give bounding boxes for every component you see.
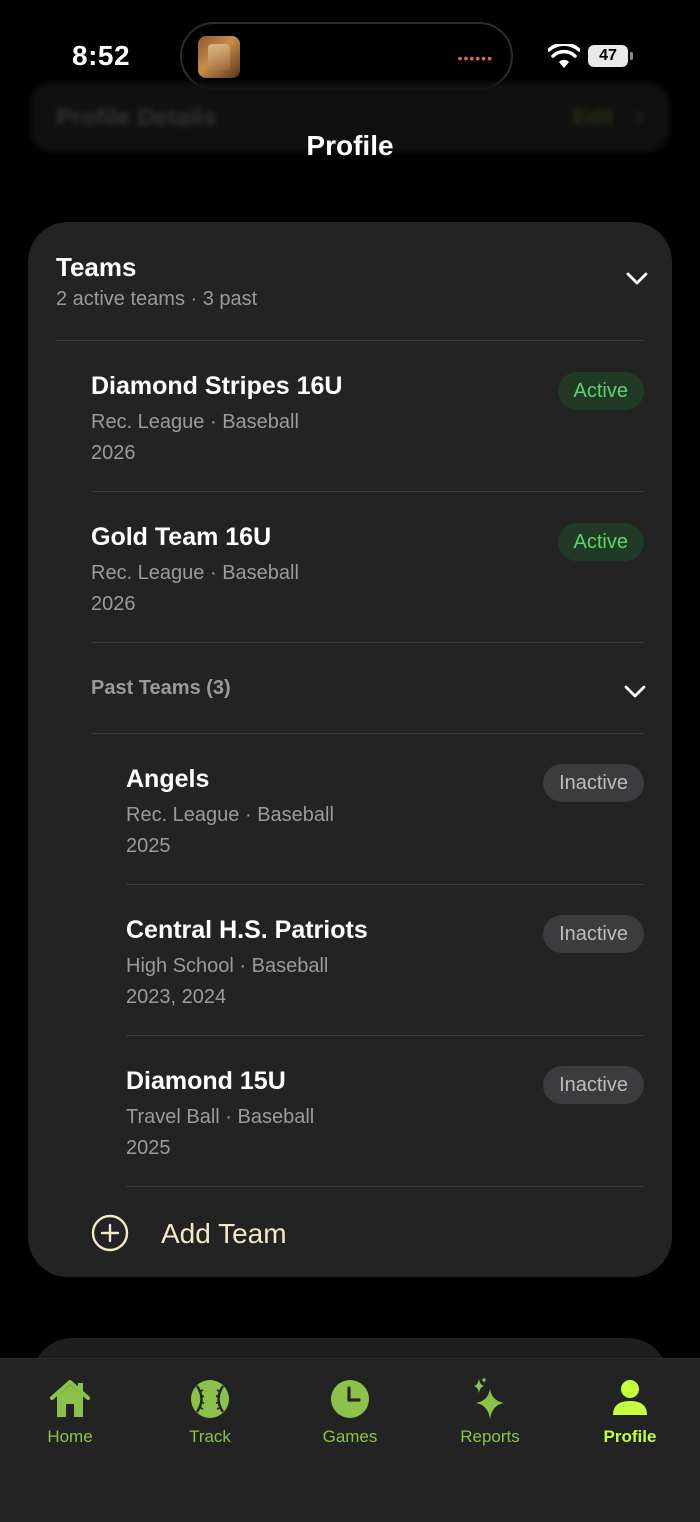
- wifi-icon: [548, 44, 580, 68]
- team-name: Gold Team 16U: [91, 523, 272, 551]
- person-icon: [613, 1380, 647, 1415]
- tab-label: Track: [189, 1427, 231, 1446]
- status-badge: Active: [557, 523, 644, 561]
- team-league: Travel Ball · Baseball: [126, 1106, 315, 1128]
- tab-reports[interactable]: Reports: [420, 1377, 560, 1447]
- tab-label: Reports: [460, 1427, 520, 1446]
- team-season: 2026: [91, 593, 136, 615]
- chevron-down-icon[interactable]: [624, 685, 646, 699]
- edit-button: Edit: [572, 104, 614, 129]
- divider: [56, 340, 644, 341]
- home-icon: [50, 1380, 90, 1417]
- tab-home[interactable]: Home: [0, 1377, 140, 1447]
- past-teams-toggle[interactable]: Past Teams (3): [91, 677, 231, 700]
- page-title: Profile: [306, 130, 394, 161]
- teams-summary: 2 active teams · 3 past: [56, 288, 258, 310]
- sparkles-icon: [474, 1377, 504, 1419]
- divider: [91, 491, 644, 492]
- status-badge: Inactive: [543, 915, 644, 953]
- team-name: Diamond 15U: [126, 1067, 286, 1095]
- divider: [126, 884, 644, 885]
- status-badge: Active: [557, 372, 644, 410]
- tab-track[interactable]: Track: [140, 1377, 280, 1447]
- activity-dots-icon: ••••••: [457, 50, 493, 66]
- divider: [91, 733, 644, 734]
- teams-section-title: Teams: [56, 252, 137, 282]
- tab-profile[interactable]: Profile: [560, 1377, 700, 1447]
- team-row[interactable]: Diamond Stripes 16U Rec. League · Baseba…: [91, 372, 342, 465]
- team-season: 2025: [126, 835, 171, 857]
- now-playing-thumbnail: [198, 36, 240, 78]
- status-time: 8:52: [72, 40, 131, 71]
- profile-details-title: Profile Details: [56, 104, 217, 131]
- team-name: Central H.S. Patriots: [126, 916, 368, 944]
- divider: [91, 642, 644, 643]
- team-name: Diamond Stripes 16U: [91, 372, 343, 400]
- team-name: Angels: [126, 765, 210, 793]
- team-row[interactable]: Angels Rec. League · Baseball 2025: [126, 765, 334, 858]
- team-row[interactable]: Diamond 15U Travel Ball · Baseball 2025: [126, 1067, 314, 1160]
- plus-circle-icon: [91, 1214, 129, 1252]
- divider: [126, 1035, 644, 1036]
- tab-bar: Home Track Games Reports Profile: [0, 1358, 700, 1522]
- team-league: High School · Baseball: [126, 955, 329, 977]
- teams-card: Teams 2 active teams · 3 past Diamond St…: [28, 222, 672, 1277]
- team-league: Rec. League · Baseball: [91, 411, 299, 433]
- baseball-icon: [191, 1380, 229, 1418]
- chevron-right-icon: ›: [635, 100, 644, 130]
- battery-indicator: 47: [588, 45, 628, 67]
- team-league: Rec. League · Baseball: [126, 804, 334, 826]
- battery-tip: [630, 52, 633, 60]
- tab-label: Profile: [603, 1427, 657, 1446]
- team-league: Rec. League · Baseball: [91, 562, 299, 584]
- status-badge: Inactive: [543, 764, 644, 802]
- team-season: 2023, 2024: [126, 986, 227, 1008]
- team-row[interactable]: Gold Team 16U Rec. League · Baseball 202…: [91, 523, 299, 616]
- tab-label: Games: [322, 1427, 378, 1446]
- divider: [126, 1186, 644, 1187]
- tab-label: Home: [47, 1427, 93, 1446]
- team-row[interactable]: Central H.S. Patriots High School · Base…: [126, 916, 368, 1009]
- add-team-label: Add Team: [161, 1218, 287, 1249]
- chevron-down-icon[interactable]: [626, 272, 648, 286]
- tab-games[interactable]: Games: [280, 1377, 420, 1447]
- status-badge: Inactive: [543, 1066, 644, 1104]
- clock-icon: [331, 1380, 369, 1418]
- team-season: 2025: [126, 1137, 171, 1159]
- dynamic-island[interactable]: ••••••: [180, 22, 513, 90]
- team-season: 2026: [91, 442, 136, 464]
